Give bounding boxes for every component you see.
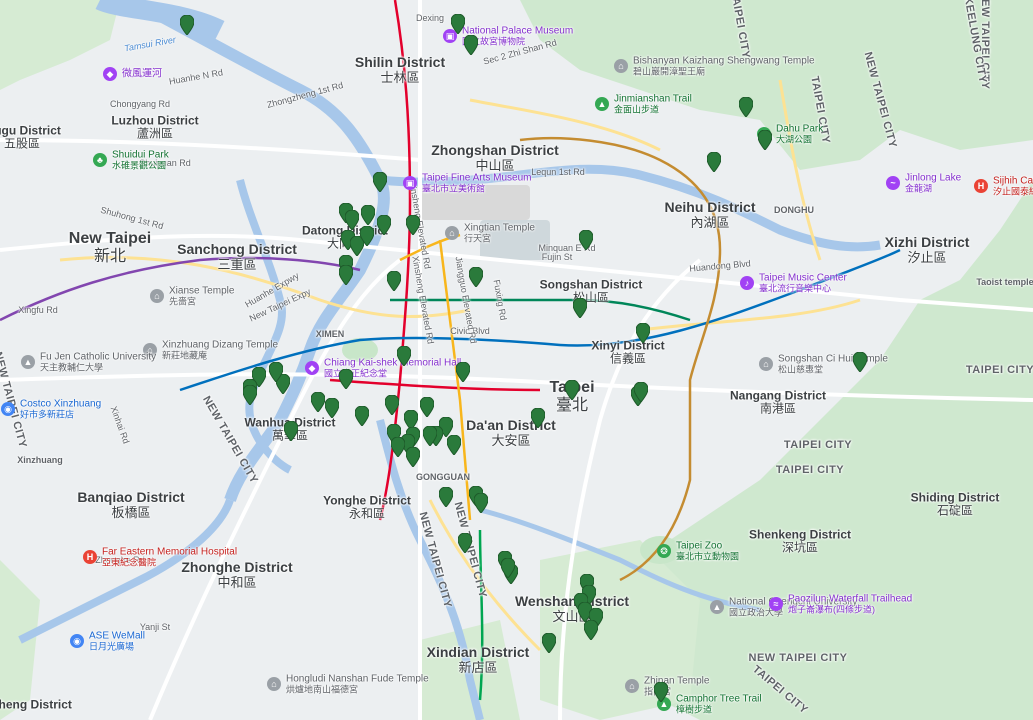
map-pin-icon[interactable] — [345, 210, 359, 230]
hiking-icon[interactable]: ▲ — [595, 97, 609, 111]
map-pin-icon[interactable] — [579, 230, 593, 250]
waterfall-icon[interactable]: ≈ — [769, 597, 783, 611]
map-pin-icon[interactable] — [634, 382, 648, 402]
museum-icon[interactable]: ▣ — [403, 176, 417, 190]
temple-icon[interactable]: ⌂ — [267, 677, 281, 691]
map-pin-icon[interactable] — [397, 346, 411, 366]
map-canvas[interactable]: Shilin District 士林區 Zhongshan District 中山區 N… — [0, 0, 1033, 720]
map-pin-icon[interactable] — [243, 385, 257, 405]
map-pin-icon[interactable] — [377, 215, 391, 235]
map-pin-icon[interactable] — [420, 397, 434, 417]
map-pin-icon[interactable] — [464, 35, 478, 55]
map-pin-icon[interactable] — [439, 487, 453, 507]
school-icon[interactable]: ▲ — [21, 355, 35, 369]
map-pin-icon[interactable] — [853, 352, 867, 372]
map-pin-icon[interactable] — [469, 267, 483, 287]
temple-icon[interactable]: ⌂ — [759, 357, 773, 371]
map-pin-icon[interactable] — [447, 435, 461, 455]
map-pin-icon[interactable] — [707, 152, 721, 172]
map-pin-icon[interactable] — [269, 362, 283, 382]
temple-icon[interactable]: ⌂ — [614, 59, 628, 73]
map-pin-icon[interactable] — [565, 380, 579, 400]
map-pin-icon[interactable] — [531, 408, 545, 428]
map-pin-icon[interactable] — [355, 406, 369, 426]
temple-icon[interactable]: ⌂ — [143, 343, 157, 357]
map-pin-icon[interactable] — [180, 15, 194, 35]
landmark-icon[interactable]: ◆ — [103, 67, 117, 81]
temple-icon[interactable]: ⌂ — [445, 226, 459, 240]
map-pin-icon[interactable] — [360, 226, 374, 246]
park-icon[interactable]: ♣ — [93, 153, 107, 167]
hospital-icon[interactable]: H — [83, 550, 97, 564]
shopping-icon[interactable]: ◉ — [1, 402, 15, 416]
map-pin-icon[interactable] — [739, 97, 753, 117]
map-pin-icon[interactable] — [456, 362, 470, 382]
map-pin-icon[interactable] — [458, 533, 472, 553]
hospital-icon[interactable]: H — [974, 179, 988, 193]
map-pin-icon[interactable] — [636, 323, 650, 343]
map-pin-icon[interactable] — [361, 205, 375, 225]
shopping-icon[interactable]: ◉ — [70, 634, 84, 648]
map-pin-icon[interactable] — [474, 493, 488, 513]
map-pin-icon[interactable] — [654, 682, 668, 702]
map-pin-icon[interactable] — [573, 298, 587, 318]
map-pin-icon[interactable] — [325, 398, 339, 418]
map-pin-icon[interactable] — [501, 558, 515, 578]
map-pin-icon[interactable] — [373, 172, 387, 192]
map-pin-icon[interactable] — [339, 265, 353, 285]
music-icon[interactable]: ♪ — [740, 276, 754, 290]
lake-icon[interactable]: ~ — [886, 176, 900, 190]
school-icon[interactable]: ▲ — [710, 600, 724, 614]
map-pin-icon[interactable] — [311, 392, 325, 412]
map-pin-icon[interactable] — [387, 271, 401, 291]
landmark-icon[interactable]: ◆ — [305, 361, 319, 375]
map-pin-icon[interactable] — [423, 426, 437, 446]
zoo-icon[interactable]: ❂ — [657, 544, 671, 558]
map-pin-icon[interactable] — [584, 620, 598, 640]
map-pin-icon[interactable] — [385, 395, 399, 415]
map-base-layer — [0, 0, 1033, 720]
temple-icon[interactable]: ⌂ — [625, 679, 639, 693]
map-pin-icon[interactable] — [406, 215, 420, 235]
map-pin-icon[interactable] — [758, 130, 772, 150]
map-pin-icon[interactable] — [284, 421, 298, 441]
temple-icon[interactable]: ⌂ — [150, 289, 164, 303]
map-pin-icon[interactable] — [451, 14, 465, 34]
map-pin-icon[interactable] — [339, 369, 353, 389]
map-pin-icon[interactable] — [391, 437, 405, 457]
map-pin-icon[interactable] — [406, 447, 420, 467]
map-pin-icon[interactable] — [542, 633, 556, 653]
